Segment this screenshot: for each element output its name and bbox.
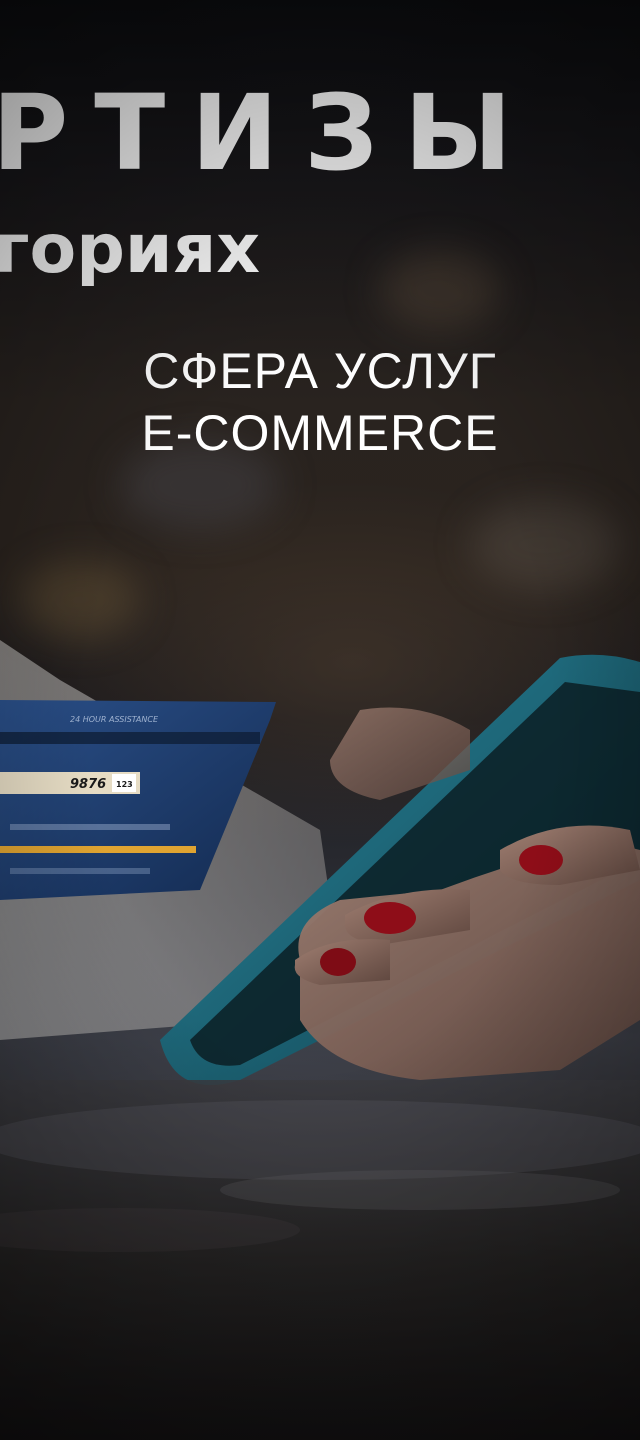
nail — [320, 948, 356, 976]
category-list: СФЕРА УСЛУГ E-COMMERCE — [0, 340, 640, 464]
category-services: СФЕРА УСЛУГ — [143, 343, 497, 399]
promo-banner: РТИЗЫ гориях СФЕРА УСЛУГ E-COMMERCE 9876… — [0, 0, 640, 1440]
card-stripe — [0, 846, 196, 853]
card-text-line — [10, 868, 150, 874]
table-surface — [0, 1080, 640, 1440]
card-code: 9876 — [70, 777, 106, 792]
card-code-small: 123 — [116, 780, 133, 789]
headline: РТИЗЫ — [0, 78, 538, 188]
nail — [519, 845, 563, 875]
card-text-line — [10, 824, 170, 830]
card-magstrip — [0, 732, 260, 744]
subheadline: гориях — [0, 210, 261, 289]
card-top-text: 24 HOUR ASSISTANCE — [70, 715, 159, 724]
nail — [364, 902, 416, 934]
category-ecommerce: E-COMMERCE — [141, 405, 499, 461]
bokeh-light — [380, 250, 500, 330]
bokeh-light — [470, 500, 620, 590]
